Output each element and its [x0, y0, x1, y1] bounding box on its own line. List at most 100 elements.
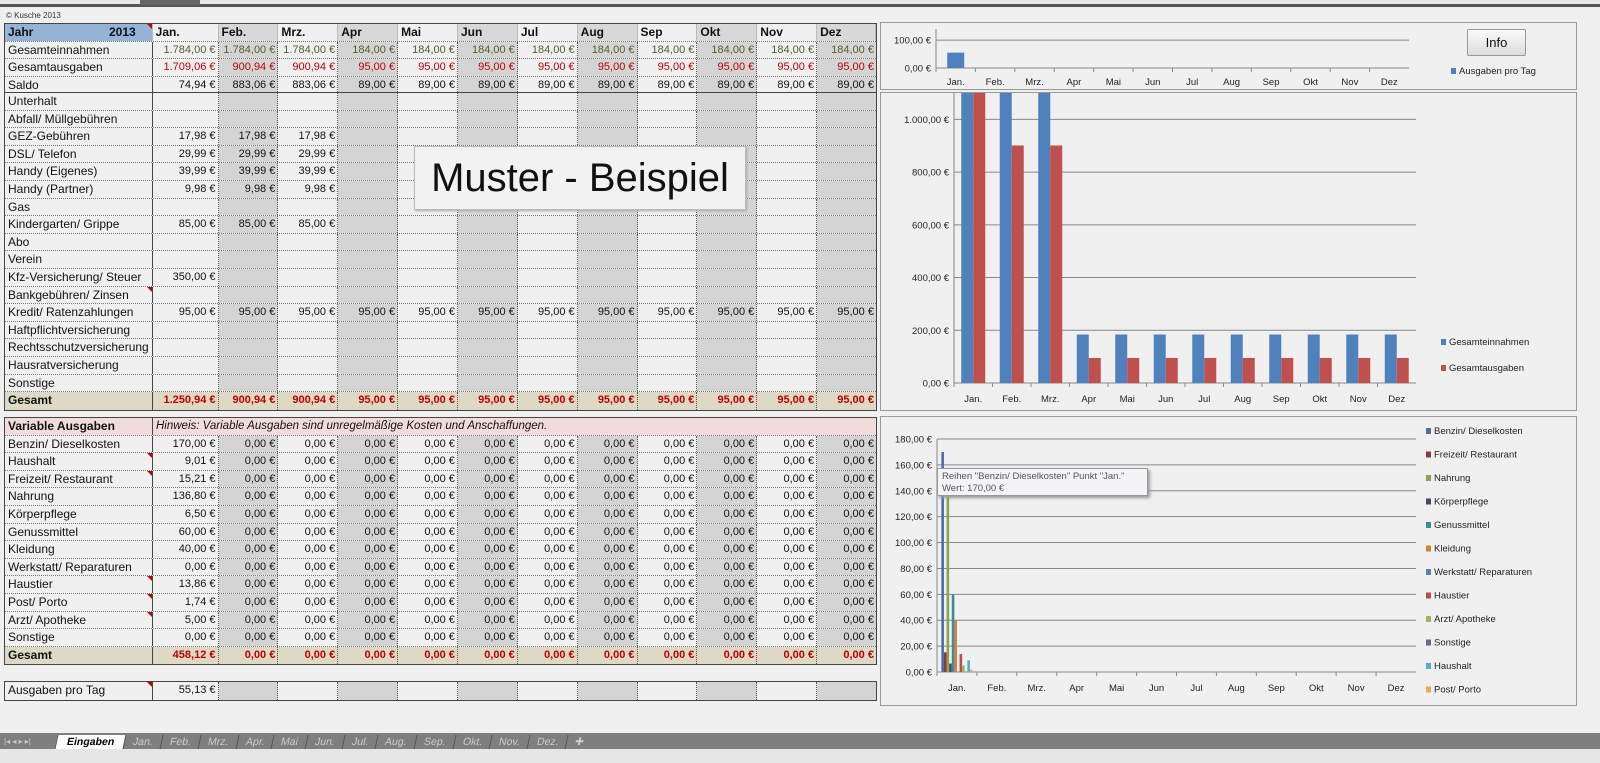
cell[interactable] [757, 110, 818, 128]
cell[interactable]: 0,00 € [218, 470, 279, 488]
cell[interactable]: 6,50 € [153, 505, 219, 523]
cell[interactable]: 0,00 € [338, 470, 399, 488]
cell[interactable]: 0,00 € [697, 593, 758, 611]
cell[interactable]: 9,98 € [218, 180, 279, 198]
cell[interactable]: 0,00 € [278, 435, 339, 453]
cell[interactable]: 95,00 € [817, 59, 876, 76]
cell[interactable]: 0,00 € [577, 541, 638, 558]
cell[interactable] [457, 110, 518, 128]
cell[interactable] [218, 321, 279, 339]
cell[interactable] [457, 321, 518, 339]
cell[interactable]: 0,00 € [338, 611, 399, 629]
cell[interactable]: 0,00 € [817, 488, 876, 505]
cell[interactable] [697, 128, 758, 145]
cell[interactable] [817, 321, 876, 339]
cell[interactable]: 0,00 € [518, 453, 578, 470]
cell[interactable] [757, 682, 818, 700]
cell[interactable]: 0,00 € [757, 576, 818, 593]
cell[interactable]: 85,00 € [218, 216, 279, 233]
cell[interactable]: 900,94 € [218, 59, 279, 76]
cell[interactable]: 0,00 € [518, 523, 578, 541]
cell[interactable] [577, 321, 638, 339]
cell[interactable]: 95,00 € [398, 59, 458, 76]
cell[interactable]: 0,00 € [518, 576, 578, 593]
cell[interactable] [638, 110, 698, 128]
cell[interactable]: 0,00 € [577, 453, 638, 470]
cell[interactable]: 0,00 € [338, 558, 399, 576]
cell[interactable]: 0,00 € [817, 576, 876, 593]
cell[interactable]: 184,00 € [697, 41, 758, 59]
cell[interactable] [638, 286, 698, 304]
cell[interactable]: 0,00 € [697, 611, 758, 629]
cell[interactable]: 900,94 € [218, 392, 279, 410]
sheet-tab[interactable]: Aug. [374, 735, 417, 749]
cell[interactable] [398, 233, 458, 251]
cell[interactable]: 0,00 € [278, 576, 339, 593]
cell[interactable]: 0,00 € [577, 435, 638, 453]
cell[interactable]: 0,00 € [398, 488, 458, 505]
new-sheet-icon[interactable]: ✚ [564, 735, 594, 749]
cell[interactable] [398, 251, 458, 268]
cell[interactable]: 184,00 € [757, 41, 818, 59]
cell[interactable]: 95,00 € [518, 392, 578, 410]
sheet-nav-arrows-icon[interactable]: |◂ ◂ ▸ ▸| [0, 735, 56, 749]
cell[interactable] [757, 321, 818, 339]
cell[interactable]: 0,00 € [638, 470, 698, 488]
cell[interactable]: 60,00 € [153, 523, 219, 541]
cell[interactable] [338, 682, 399, 700]
cell[interactable] [398, 682, 458, 700]
cell[interactable]: 0,00 € [518, 435, 578, 453]
cell[interactable]: 184,00 € [577, 41, 638, 59]
cell[interactable]: 0,00 € [398, 505, 458, 523]
cell[interactable] [697, 216, 758, 233]
cell[interactable]: 0,00 € [757, 470, 818, 488]
cell[interactable]: 0,00 € [757, 505, 818, 523]
cell[interactable] [457, 286, 518, 304]
cell[interactable]: 95,00 € [577, 59, 638, 76]
cell[interactable]: 0,00 € [697, 646, 758, 665]
cell[interactable]: 0,00 € [638, 453, 698, 470]
cell[interactable]: 0,00 € [577, 629, 638, 646]
cell[interactable]: 0,00 € [697, 541, 758, 558]
cell[interactable]: 0,00 € [697, 523, 758, 541]
cell[interactable] [338, 321, 399, 339]
cell[interactable] [817, 128, 876, 145]
cell[interactable]: 0,00 € [697, 576, 758, 593]
cell[interactable]: 0,00 € [518, 593, 578, 611]
cell[interactable]: 17,98 € [153, 128, 219, 145]
cell[interactable]: 0,00 € [218, 646, 279, 665]
cell[interactable] [338, 268, 399, 286]
sheet-tab[interactable]: Jan. [122, 735, 163, 749]
cell[interactable] [817, 251, 876, 268]
cell[interactable]: 15,21 € [153, 470, 219, 488]
cell[interactable]: 0,00 € [757, 488, 818, 505]
cell[interactable]: 1.250,94 € [153, 392, 219, 410]
cell[interactable] [398, 356, 458, 374]
cell[interactable] [757, 163, 818, 180]
cell[interactable]: 0,00 € [817, 558, 876, 576]
cell[interactable]: 0,00 € [218, 435, 279, 453]
cell[interactable]: 0,00 € [338, 505, 399, 523]
cell[interactable] [757, 233, 818, 251]
cell[interactable]: 0,00 € [817, 646, 876, 665]
cell[interactable]: 29,99 € [153, 145, 219, 163]
sheet-tab[interactable]: Mrz. [197, 735, 239, 749]
cell[interactable] [398, 374, 458, 392]
cell[interactable]: 13,86 € [153, 576, 219, 593]
cell[interactable]: 0,00 € [638, 593, 698, 611]
cell[interactable] [817, 93, 876, 110]
cell[interactable] [638, 93, 698, 110]
cell[interactable] [218, 198, 279, 216]
chart-income-expenses[interactable]: 0,00 € 200,00 € 400,00 € 600,00 € 800,00 € 1.… [880, 92, 1577, 411]
cell[interactable] [278, 321, 339, 339]
cell[interactable] [218, 339, 279, 356]
cell[interactable] [638, 356, 698, 374]
cell[interactable] [218, 251, 279, 268]
cell[interactable]: 95,00 € [338, 392, 399, 410]
cell[interactable] [398, 110, 458, 128]
cell[interactable]: 0,00 € [518, 505, 578, 523]
cell[interactable]: 29,99 € [278, 145, 339, 163]
cell[interactable]: 95,00 € [697, 304, 758, 321]
cell[interactable] [817, 356, 876, 374]
cell[interactable]: 85,00 € [153, 216, 219, 233]
